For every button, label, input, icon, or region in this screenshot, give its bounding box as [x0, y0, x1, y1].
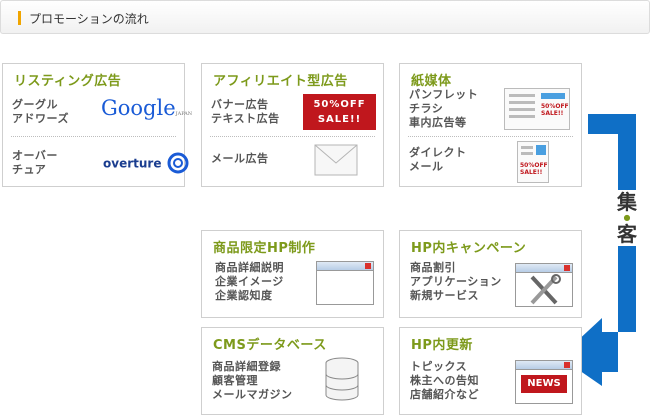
banner-text-label: バナー広告 テキスト広告	[211, 98, 280, 126]
google-logo-text: Google	[101, 96, 176, 120]
direct-mail-label: ダイレクト メール	[409, 146, 467, 174]
cms-line1: 商品詳細登録	[212, 360, 281, 373]
pamphlet-line3: 車内広告等	[409, 116, 467, 129]
hp-update-box: HP内更新 トピックス 株主への告知 店舗紹介など NEWS	[399, 327, 582, 415]
banner-label-line1: バナー広告	[211, 98, 269, 111]
pamphlet-label: パンフレット チラシ 車内広告等	[409, 88, 478, 130]
direct-mail-flyer-icon: 50%OFF SALE!!	[517, 141, 549, 183]
pamphlet-line2: チラシ	[409, 102, 444, 115]
banner-line2: SALE!!	[317, 114, 362, 125]
hp-campaign-box: HP内キャンペーン 商品割引 アプリケーション 新規サービス	[399, 230, 582, 318]
google-logo: GoogleJAPAN	[101, 96, 192, 120]
wrench-icon	[530, 274, 561, 305]
pamphlet-flyer-line2: SALE!!	[541, 110, 564, 117]
browser-window-icon	[316, 261, 374, 305]
page-title: プロモーションの流れ	[29, 12, 149, 26]
banner-label-line2: テキスト広告	[211, 112, 280, 125]
google-adwords-label: グーグル アドワーズ	[12, 98, 69, 126]
overture-swirl-icon	[167, 152, 189, 174]
update-line2: 株主への告知	[410, 374, 479, 387]
affiliate-divider	[210, 136, 375, 137]
affiliate-ad-box: アフィリエイト型広告 バナー広告 テキスト広告 50%OFF SALE!! メー…	[201, 63, 384, 187]
cms-database-box: CMSデータベース 商品詳細登録 顧客管理 メールマガジン	[201, 327, 384, 415]
limited-line3: 企業認知度	[215, 289, 273, 302]
hp-campaign-title: HP内キャンペーン	[411, 241, 527, 256]
news-badge: NEWS	[521, 375, 567, 393]
campaign-line1: 商品割引	[410, 261, 456, 274]
update-line3: 店舗紹介など	[410, 388, 479, 401]
direct-mail-line1: ダイレクト	[409, 146, 467, 159]
banner-line1: 50%OFF	[313, 99, 366, 110]
listing-ad-title: リスティング広告	[14, 74, 122, 89]
collect-dots: ●	[623, 213, 631, 222]
pamphlet-icon: 50%OFF SALE!!	[504, 88, 570, 130]
database-icon	[325, 357, 359, 401]
news-window-icon: NEWS	[515, 360, 573, 404]
section-header: プロモーションの流れ	[0, 0, 650, 34]
limited-line2: 企業イメージ	[215, 275, 284, 288]
campaign-line3: 新規サービス	[410, 289, 479, 302]
overture-label-line1: オーバー	[12, 149, 58, 162]
pamphlet-flyer-line1: 50%OFF	[541, 103, 569, 110]
update-text: トピックス 株主への告知 店舗紹介など	[410, 360, 479, 402]
campaign-line2: アプリケーション	[410, 275, 502, 288]
overture-label-line2: チュア	[12, 163, 47, 176]
listing-divider	[11, 136, 176, 137]
cms-database-title: CMSデータベース	[213, 338, 327, 353]
limited-hp-title: 商品限定HP制作	[213, 241, 316, 256]
envelope-icon	[314, 144, 358, 176]
listing-ad-box: リスティング広告 グーグル アドワーズ GoogleJAPAN オーバー チュア…	[2, 63, 192, 187]
cms-line2: 顧客管理	[212, 374, 258, 387]
google-logo-suffix: JAPAN	[175, 111, 193, 117]
limited-line1: 商品詳細説明	[215, 261, 284, 274]
dm-flyer-line1: 50%OFF	[520, 162, 548, 169]
overture-logo: overture	[103, 152, 189, 174]
direct-mail-line2: メール	[409, 160, 444, 173]
mail-ad-label: メール広告	[211, 152, 269, 165]
limited-hp-box: 商品限定HP制作 商品詳細説明 企業イメージ 企業認知度	[201, 230, 384, 318]
affiliate-ad-title: アフィリエイト型広告	[213, 74, 348, 89]
paper-media-title: 紙媒体	[411, 74, 452, 89]
collect-char-1: 集	[617, 190, 637, 214]
limited-hp-text: 商品詳細説明 企業イメージ 企業認知度	[215, 261, 284, 303]
collect-char-2: 客	[617, 222, 637, 246]
google-label-line2: アドワーズ	[12, 112, 69, 125]
tools-window-icon	[515, 263, 573, 307]
overture-logo-text: overture	[103, 156, 162, 171]
pamphlet-line1: パンフレット	[409, 88, 479, 101]
campaign-text: 商品割引 アプリケーション 新規サービス	[410, 261, 502, 303]
cms-text: 商品詳細登録 顧客管理 メールマガジン	[212, 360, 293, 402]
paper-divider	[408, 136, 573, 137]
sale-banner-icon: 50%OFF SALE!!	[303, 94, 376, 130]
cms-line3: メールマガジン	[212, 388, 293, 401]
update-line1: トピックス	[410, 360, 468, 373]
header-accent-bar	[18, 11, 21, 25]
dm-flyer-line2: SALE!!	[520, 169, 543, 176]
overture-label: オーバー チュア	[12, 149, 58, 177]
paper-media-box: 紙媒体 パンフレット チラシ 車内広告等 50%OFF SALE!! ダイレクト…	[399, 63, 582, 187]
google-label-line1: グーグル	[12, 98, 58, 111]
collect-label: 集 ● 客	[614, 190, 640, 246]
hp-update-title: HP内更新	[411, 338, 473, 353]
